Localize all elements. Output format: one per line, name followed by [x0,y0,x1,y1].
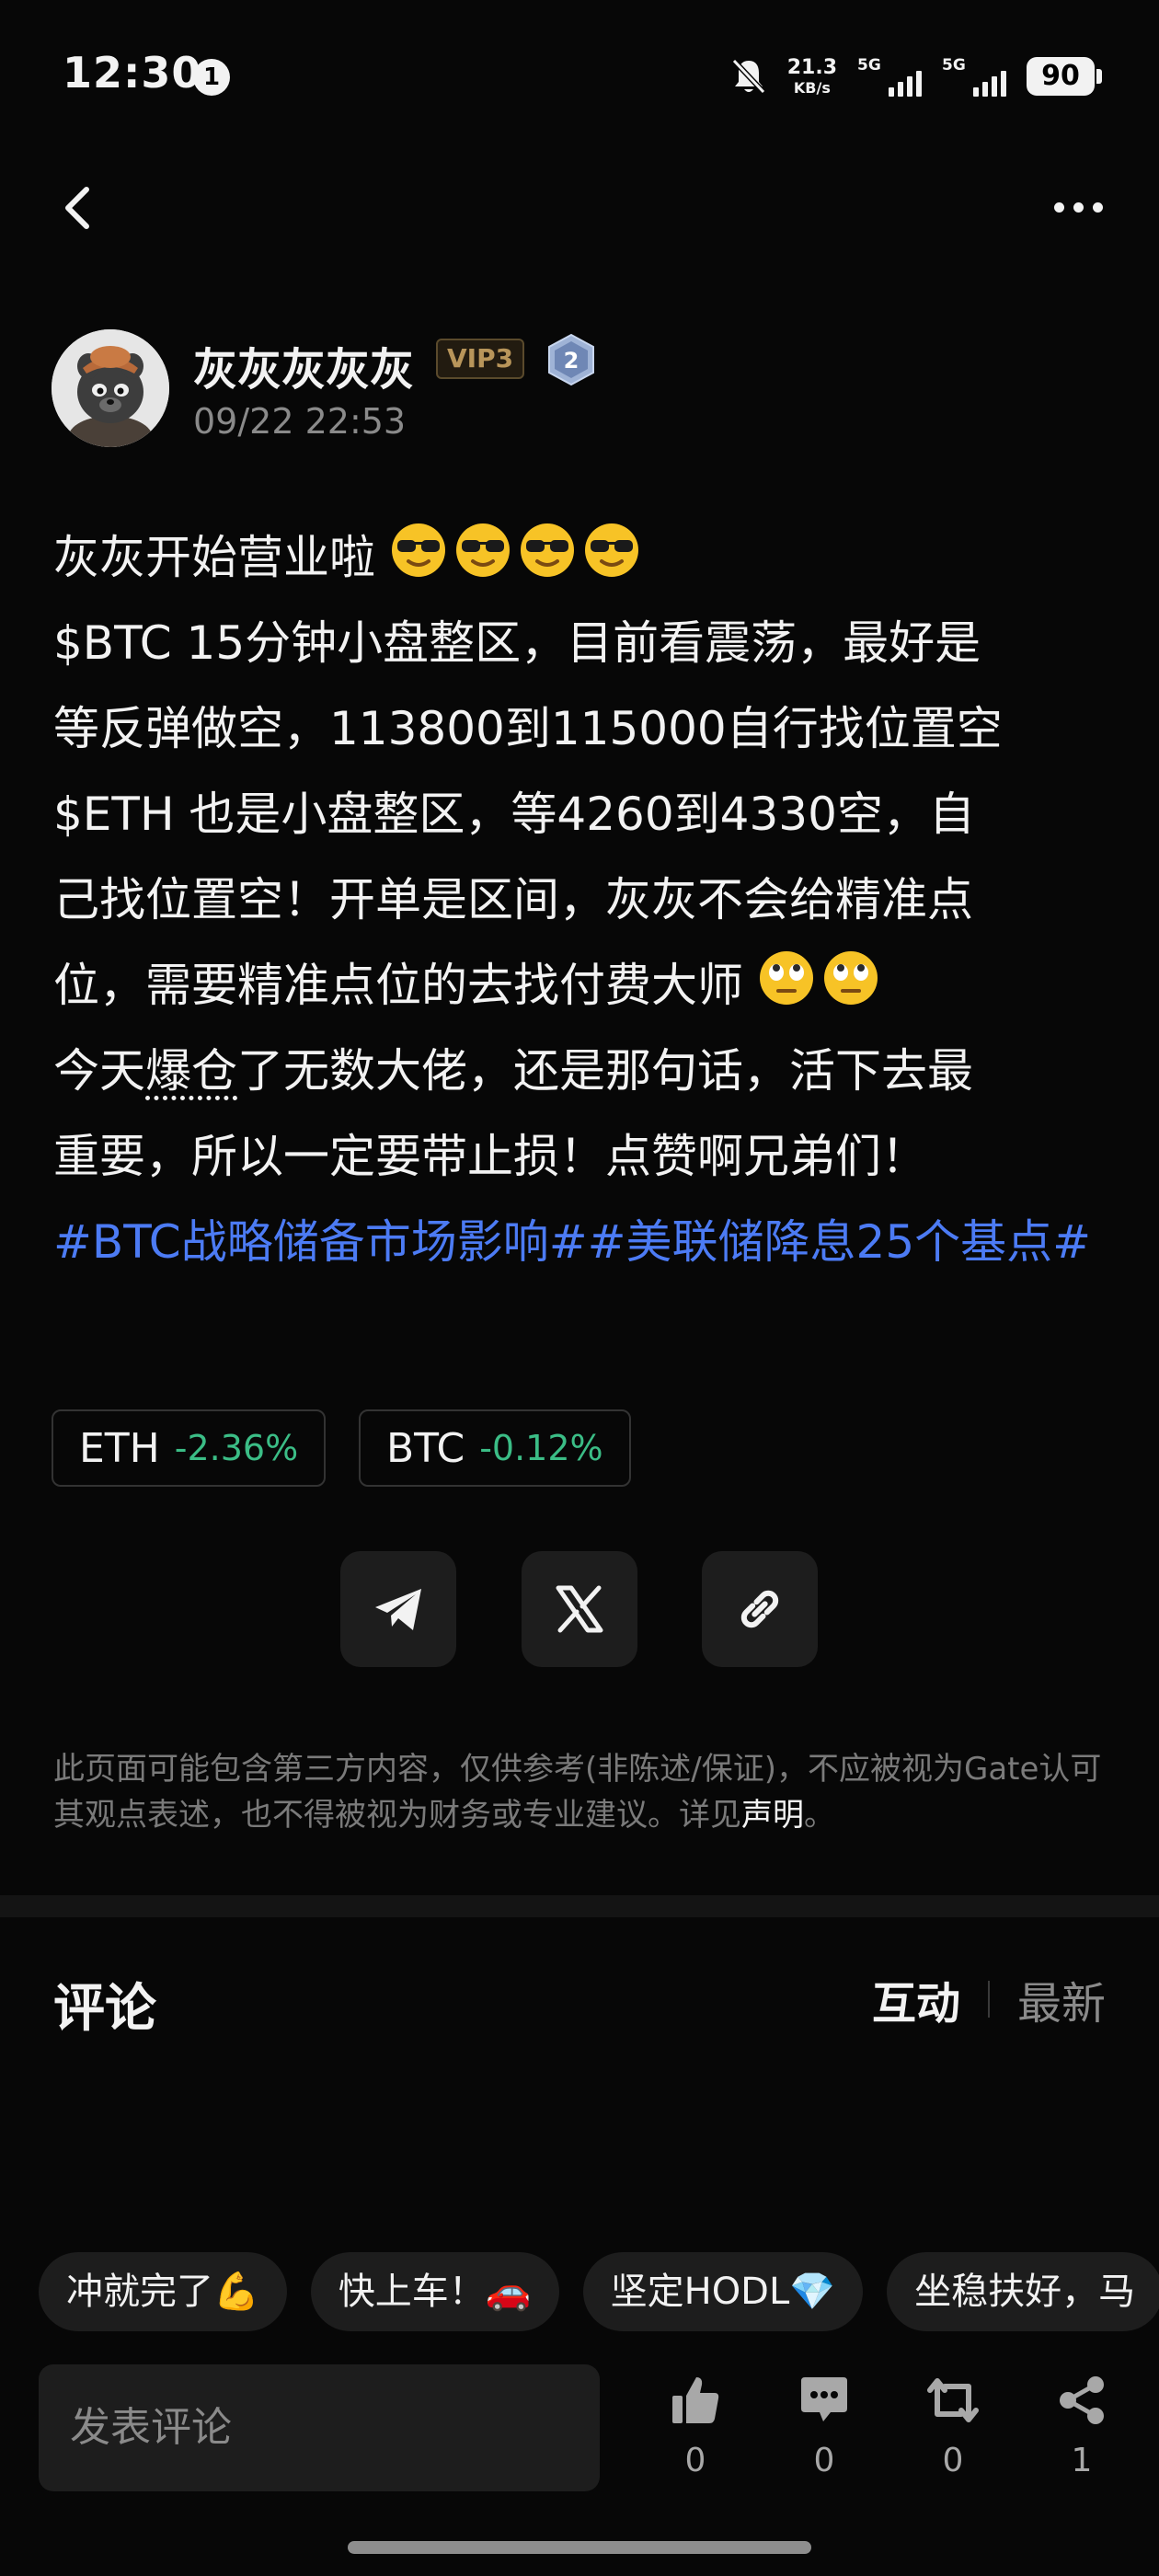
level-hexagon-icon: 2 [548,333,594,386]
x-icon [556,1585,603,1633]
quick-reply-chip[interactable]: 坐稳扶好，马 [887,2252,1159,2331]
comment-count: 0 [813,2442,835,2479]
eye-roll-emoji-icon [759,951,813,1005]
disclaimer-link[interactable]: 声明 [741,1797,804,1834]
post-line-7-prefix: 今天 [53,1044,145,1098]
share-icon [1060,2376,1104,2424]
sunglasses-emoji-icon [584,523,638,577]
like-button[interactable]: 0 [649,2374,741,2493]
back-button[interactable] [55,180,101,236]
post-line-7: 今天爆仓了无数大佬，还是那句话，活下去最 [53,1029,1111,1114]
repost-count: 0 [942,2442,964,2479]
share-button[interactable]: 1 [1036,2374,1128,2493]
notification-count-badge: 1 [193,59,230,96]
more-icon [1053,201,1064,213]
back-icon [65,187,89,229]
share-x-button[interactable] [522,1551,637,1667]
quick-reply-chip[interactable]: 坚定HODL💎 [582,2252,864,2331]
coin-symbol: BTC [386,1424,465,1472]
post-time: 09/22 22:53 [193,401,407,442]
like-count: 0 [684,2442,706,2479]
avatar[interactable] [52,329,169,447]
comment-icon [801,2377,847,2421]
coin-change: -2.36% [174,1428,299,1468]
share-telegram-button[interactable] [340,1551,456,1667]
glossary-term-link[interactable]: 爆仓 [145,1044,237,1098]
post-line-1: 灰灰开始营业啦 [53,515,1111,601]
status-bar: 12:30 1 21.3 KB/s 5G 5G 90 [0,0,1159,156]
disclaimer: 此页面可能包含第三方内容，仅供参考(非陈述/保证)，不应被视为Gate认可其观点… [53,1746,1111,1838]
coin-chip-eth[interactable]: ETH -2.36% [52,1409,327,1487]
more-icon-dot [1073,201,1084,213]
post-content: 灰灰开始营业啦 $BTC 15分钟小盘整区，目前看震荡，最好是 等反弹做空，11… [53,515,1111,1285]
post-line-7-rest: 了无数大佬，还是那句话，活下去最 [237,1044,973,1098]
status-icons: 21.3 KB/s 5G 5G 90 [730,53,1102,99]
copy-link-button[interactable] [702,1551,818,1667]
comments-title: 评论 [53,1979,156,2039]
post-hashtags[interactable]: #BTC战略储备市场影响##美联储降息25个基点# [53,1200,1111,1285]
home-indicator[interactable] [348,2541,811,2554]
post-line-2: $BTC 15分钟小盘整区，目前看震荡，最好是 [53,616,981,670]
mute-bell-icon [731,58,765,95]
sim2-label: 5G [942,56,966,75]
quick-reply-chip[interactable]: 快上车！🚗 [310,2252,559,2331]
avatar-image [52,329,169,447]
link-icon [740,1590,779,1628]
repost-button[interactable]: 0 [907,2374,999,2493]
quick-reply-list: 冲就完了💪 快上车！🚗 坚定HODL💎 坐稳扶好，马 [39,2252,1159,2331]
quick-reply-chip[interactable]: 冲就完了💪 [39,2252,287,2331]
level-badge: 2 [546,333,596,386]
repost-icon [927,2378,979,2422]
section-divider [0,1895,1159,1917]
battery-indicator: 90 [1027,57,1102,96]
post-line-5: 己找位置空！开单是区间，灰灰不会给精准点 [53,873,973,926]
post-line-1-text: 灰灰开始营业啦 [53,531,375,584]
sunglasses-emoji-icon [455,523,510,577]
telegram-icon [375,1589,421,1630]
sunglasses-emoji-icon [391,523,445,577]
eye-roll-emoji-icon [823,951,878,1005]
coin-symbol: ETH [79,1424,160,1472]
status-time: 12:30 [63,48,202,98]
disclaimer-end: 。 [804,1797,835,1834]
sunglasses-emoji-icon [520,523,574,577]
vip-badge: VIP3 [436,339,525,379]
tab-interaction[interactable]: 互动 [872,1967,960,2031]
post-line-4: $ETH 也是小盘整区，等4260到4330空，自 [53,788,975,841]
like-icon [672,2377,719,2423]
tab-separator [987,1981,990,2018]
coin-chip-btc[interactable]: BTC -0.12% [359,1409,631,1487]
tab-latest[interactable]: 最新 [1017,1967,1106,2031]
post-line-3: 等反弹做空，113800到115000自行找位置空 [53,702,1003,755]
network-speed-unit: KB/s [793,78,831,97]
more-icon-dot [1092,201,1103,213]
disclaimer-text: 此页面可能包含第三方内容，仅供参考(非陈述/保证)，不应被视为Gate认可其观点… [53,1751,1102,1834]
network-speed-value: 21.3 [786,55,837,79]
more-button[interactable] [1041,189,1115,225]
signal-sim1: 5G [857,56,922,97]
comment-sort-tabs: 互动 最新 [872,1967,1106,2031]
comment-input[interactable]: 发表评论 [39,2364,600,2491]
post-line-6-text: 位，需要精准点位的去找付费大师 [53,959,743,1012]
coin-change: -0.12% [479,1428,603,1468]
level-number: 2 [564,348,580,374]
signal-sim2: 5G [942,56,1006,97]
comment-button[interactable]: 0 [778,2374,870,2493]
signal-bars-icon [889,71,922,97]
signal-bars-icon [973,71,1006,97]
sim1-label: 5G [857,56,881,75]
author-name[interactable]: 灰灰灰灰灰 [193,333,414,397]
network-speed: 21.3 KB/s [786,55,837,97]
post-line-6: 位，需要精准点位的去找付费大师 [53,943,1111,1029]
post-line-8: 重要，所以一定要带止损！点赞啊兄弟们！ [53,1130,927,1183]
share-count: 1 [1071,2442,1093,2479]
